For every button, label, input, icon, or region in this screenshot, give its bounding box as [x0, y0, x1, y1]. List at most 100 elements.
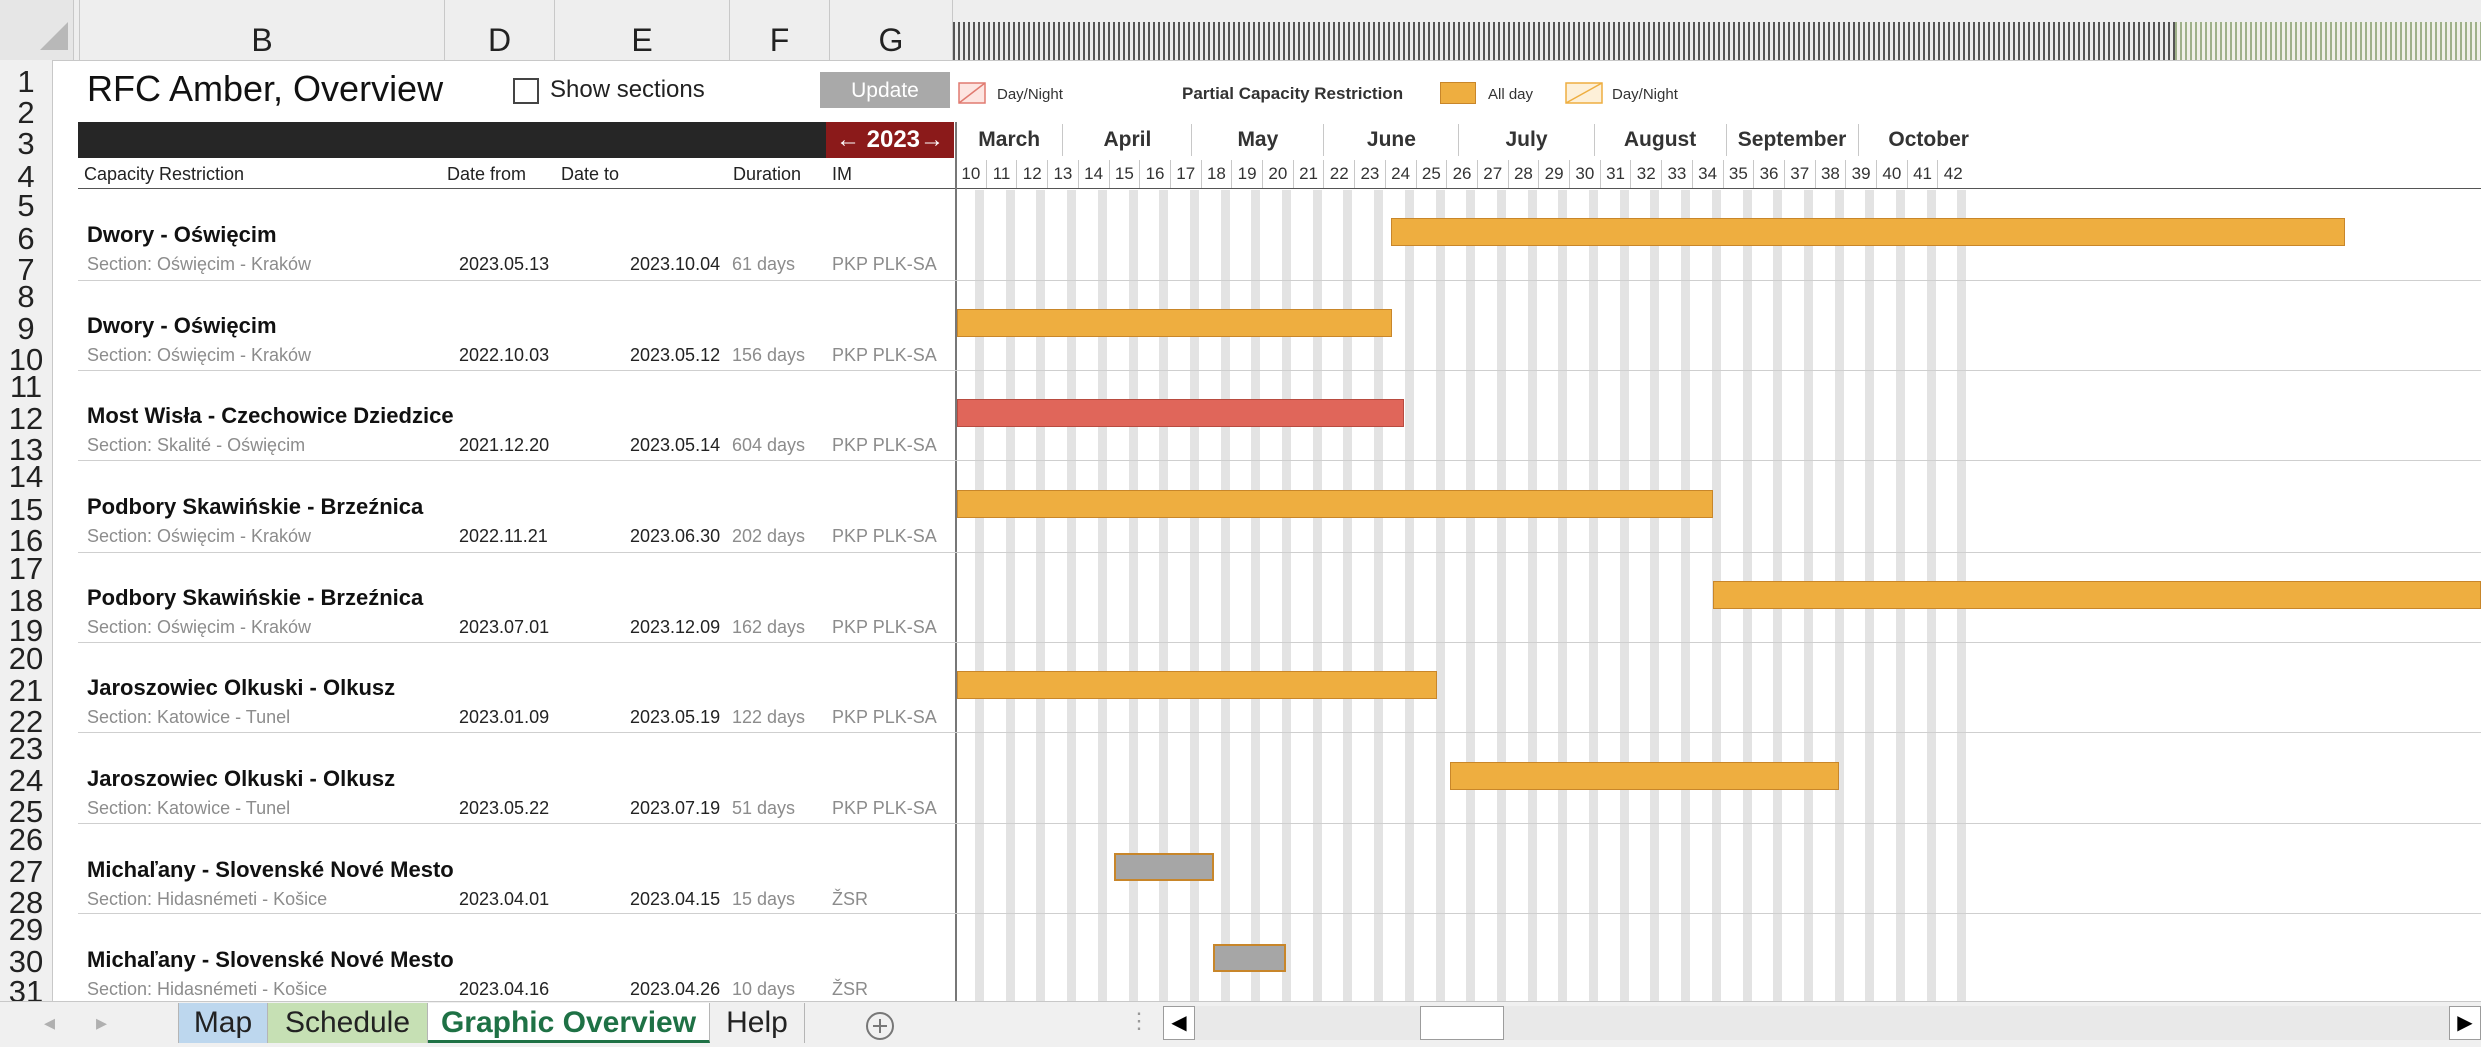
week-number: 11: [985, 160, 1017, 188]
scroll-tabs-right-icon[interactable]: ▸: [96, 1010, 107, 1036]
restriction-date-from: 2023.04.01: [459, 889, 550, 909]
update-button[interactable]: Update: [820, 72, 950, 108]
column-header-e[interactable]: E: [555, 0, 730, 60]
row-number[interactable]: 30: [0, 941, 52, 979]
week-number: 12: [1016, 160, 1047, 188]
column-header-d[interactable]: D: [445, 0, 555, 60]
restriction-date-to: 2023.05.12: [630, 345, 721, 365]
row-number[interactable]: 17: [0, 551, 52, 586]
restriction-im: PKP PLK-SA: [832, 526, 937, 546]
row-number[interactable]: 15: [0, 488, 52, 527]
row-number[interactable]: 11: [0, 369, 52, 404]
week-stripe: [1404, 190, 1414, 1001]
tab-graphic-overview[interactable]: Graphic Overview: [428, 1003, 710, 1043]
gantt-bar[interactable]: [957, 490, 1713, 518]
row-number[interactable]: 10: [0, 344, 52, 375]
row-number[interactable]: 4: [0, 160, 52, 194]
row-number[interactable]: 3: [0, 122, 52, 161]
restriction-date-to: 2023.05.14: [630, 435, 721, 455]
column-header-f[interactable]: F: [730, 0, 830, 60]
gantt-bar[interactable]: [1213, 944, 1286, 972]
week-number: 13: [1047, 160, 1078, 188]
week-stripe: [1558, 190, 1568, 1001]
month-label: July: [1458, 124, 1593, 156]
row-number[interactable]: 29: [0, 912, 52, 947]
column-header-b[interactable]: B: [80, 0, 445, 60]
row-number[interactable]: 6: [0, 217, 52, 256]
row-number[interactable]: 8: [0, 279, 52, 314]
row-number[interactable]: 21: [0, 670, 52, 708]
add-sheet-icon[interactable]: [864, 1010, 896, 1042]
row-separator: [78, 823, 2481, 824]
tab-map[interactable]: Map: [178, 1003, 268, 1043]
week-number: 36: [1753, 160, 1784, 188]
restriction-date-from: 2023.05.22: [459, 798, 550, 818]
restriction-date-from: 2023.01.09: [459, 707, 550, 727]
row-number[interactable]: 26: [0, 822, 52, 857]
restriction-duration: 61 days: [732, 254, 796, 274]
week-number: 10: [955, 160, 986, 188]
row-number[interactable]: 7: [0, 254, 52, 285]
row-number[interactable]: 20: [0, 641, 52, 676]
gantt-bar[interactable]: [957, 671, 1437, 699]
week-stripe: [1496, 190, 1506, 1001]
row-number[interactable]: 5: [0, 188, 52, 223]
week-number: 23: [1354, 160, 1385, 188]
week-number: 31: [1599, 160, 1631, 188]
row-number[interactable]: 22: [0, 706, 52, 737]
row-number[interactable]: 1: [0, 60, 52, 99]
week-number: 19: [1231, 160, 1262, 188]
row-number[interactable]: 14: [0, 459, 52, 494]
restriction-im: PKP PLK-SA: [832, 798, 937, 818]
week-number: 35: [1722, 160, 1754, 188]
splitter-grip-icon[interactable]: ⋮: [1128, 1008, 1150, 1034]
tab-help[interactable]: Help: [710, 1003, 805, 1043]
gantt-bar[interactable]: [1391, 218, 2345, 246]
restriction-date-from: 2022.10.03: [459, 345, 550, 365]
row-number[interactable]: 9: [0, 308, 52, 346]
row-number[interactable]: 13: [0, 434, 52, 465]
row-separator: [78, 913, 2481, 914]
week-number: 38: [1814, 160, 1846, 188]
week-number: 17: [1169, 160, 1201, 188]
gantt-bar[interactable]: [1114, 853, 1214, 881]
restriction-title: Michaľany - Slovenské Nové Mesto: [87, 857, 454, 882]
restriction-date-from: 2022.11.21: [459, 526, 548, 546]
scroll-left-arrow-icon[interactable]: ◀: [1163, 1006, 1195, 1040]
column-header-g[interactable]: G: [830, 0, 953, 60]
gantt-bar[interactable]: [957, 309, 1392, 337]
row-number[interactable]: 12: [0, 398, 52, 436]
week-stripe: [1650, 190, 1660, 1001]
row-number[interactable]: 19: [0, 615, 52, 647]
row-number[interactable]: 16: [0, 525, 52, 557]
row-separator: [78, 460, 2481, 461]
show-sections-checkbox[interactable]: [513, 78, 539, 104]
restriction-section: Section: Oświęcim - Kraków: [87, 617, 312, 637]
year-navigator[interactable]: ← 2023→: [826, 122, 954, 158]
row-separator: [78, 642, 2481, 643]
narrow-columns-header-selected[interactable]: [2175, 22, 2481, 60]
restriction-duration: 51 days: [732, 798, 796, 818]
gantt-bar[interactable]: [1713, 581, 2481, 609]
row-number[interactable]: 25: [0, 796, 52, 828]
row-number[interactable]: 27: [0, 851, 52, 889]
tab-schedule[interactable]: Schedule: [268, 1003, 428, 1043]
week-number: 41: [1906, 160, 1938, 188]
week-stripe: [1619, 190, 1629, 1001]
row-number[interactable]: 28: [0, 887, 52, 918]
week-number: 18: [1200, 160, 1232, 188]
horizontal-scrollbar[interactable]: [1163, 1006, 2481, 1040]
gantt-bar[interactable]: [957, 399, 1404, 427]
restriction-duration: 15 days: [732, 889, 796, 909]
row-number[interactable]: 23: [0, 731, 52, 766]
scrollbar-thumb[interactable]: [1420, 1006, 1504, 1040]
scroll-right-arrow-icon[interactable]: ▶: [2449, 1006, 2481, 1040]
week-number: 26: [1446, 160, 1477, 188]
gantt-bar[interactable]: [1450, 762, 1839, 790]
row-number[interactable]: 18: [0, 580, 52, 618]
scroll-tabs-left-icon[interactable]: ◂: [44, 1010, 55, 1036]
restriction-title: Dwory - Oświęcim: [87, 313, 277, 338]
row-number[interactable]: 24: [0, 760, 52, 798]
row-number[interactable]: 31: [0, 976, 52, 1007]
row-number[interactable]: 2: [0, 97, 52, 128]
